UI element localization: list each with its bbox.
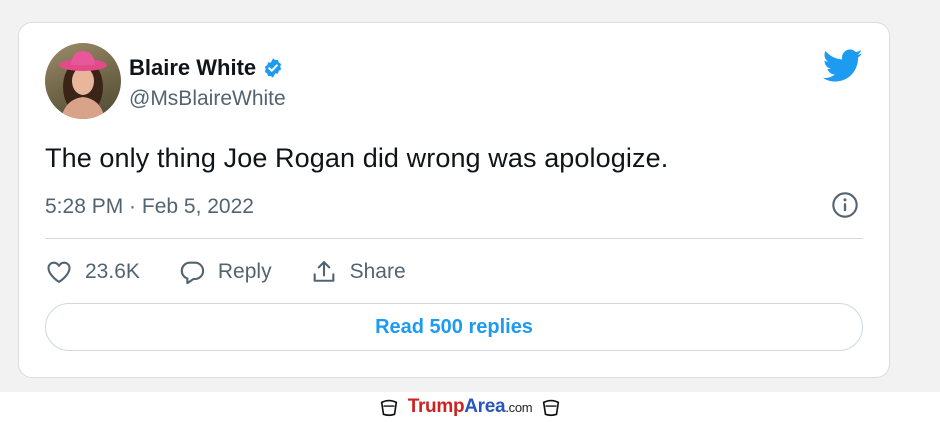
like-count: 23.6K [85,260,140,283]
read-replies-button[interactable]: Read 500 replies [45,303,863,351]
reply-bubble-icon [180,261,204,285]
share-label: Share [349,260,406,283]
reply-label: Reply [217,260,272,283]
share-icon [313,261,334,282]
watermark-text: TrumpArea.com [408,396,533,418]
author-handle[interactable]: @MsBlaireWhite [129,87,286,111]
cup-icon [380,399,397,417]
divider [45,238,863,239]
watermark-footer: TrumpArea.com [0,392,940,422]
share-button[interactable]: Share [310,258,406,286]
cup-icon [543,399,560,417]
reply-button[interactable]: Reply [178,258,272,286]
watermark-suffix: .com [505,400,533,415]
author-row: Blaire White [129,55,284,81]
verified-badge-icon [265,58,282,78]
avatar[interactable] [45,43,121,119]
author-name[interactable]: Blaire White [129,55,256,81]
twitter-bird-icon[interactable] [823,49,863,83]
tweet-timestamp[interactable]: 5:28 PM · Feb 5, 2022 [45,195,254,219]
tweet-card: Blaire White @MsBlaireWhite The only thi… [18,22,890,378]
watermark-part1: Trump [407,396,465,417]
watermark-part2: Area [464,396,506,417]
heart-icon [47,261,71,283]
action-bar: 23.6K Reply Share [45,253,444,291]
tweet-text: The only thing Joe Rogan did wrong was a… [45,143,669,173]
info-icon[interactable] [831,191,859,219]
like-button[interactable]: 23.6K [45,258,140,286]
